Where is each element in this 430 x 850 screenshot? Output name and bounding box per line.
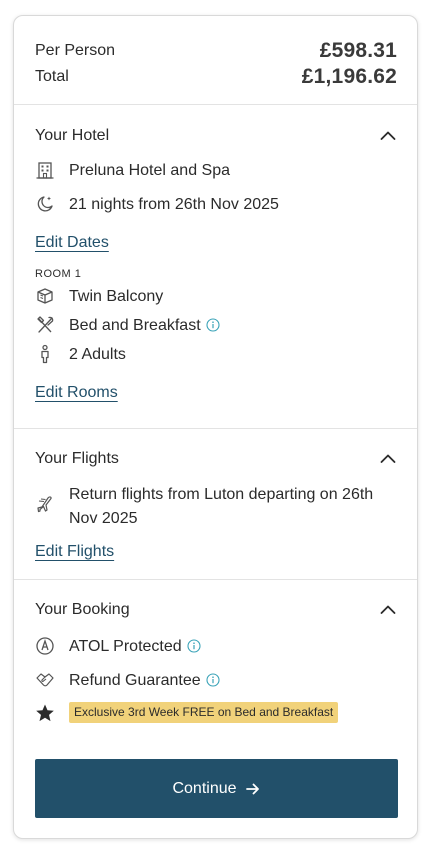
flights-section-header[interactable]: Your Flights bbox=[35, 446, 397, 472]
atol-text: ATOL Protected bbox=[69, 635, 201, 659]
atol-shield-icon bbox=[36, 637, 54, 655]
hotel-name-row: Preluna Hotel and Spa bbox=[35, 159, 397, 183]
guests-row: 2 Adults bbox=[35, 343, 397, 367]
room-label: ROOM 1 bbox=[35, 268, 82, 280]
booking-section-header[interactable]: Your Booking bbox=[35, 597, 397, 623]
info-icon[interactable] bbox=[206, 673, 220, 687]
booking-section-title: Your Booking bbox=[35, 601, 130, 618]
board-row: Bed and Breakfast bbox=[35, 314, 397, 338]
plane-icon bbox=[37, 496, 52, 513]
hotel-nights-row: 21 nights from 26th Nov 2025 bbox=[35, 193, 397, 217]
refund-label: Refund Guarantee bbox=[69, 672, 201, 689]
booking-summary-card: Per Person £598.31 Total £1,196.62 Your … bbox=[13, 15, 418, 839]
per-person-row: Per Person £598.31 bbox=[35, 38, 397, 64]
info-icon[interactable] bbox=[187, 639, 201, 653]
hotel-building-icon bbox=[36, 162, 54, 179]
hotel-section-title: Your Hotel bbox=[35, 127, 110, 144]
handshake-icon bbox=[36, 673, 54, 687]
flights-section-title: Your Flights bbox=[35, 450, 119, 467]
per-person-price: £598.31 bbox=[319, 39, 397, 62]
edit-rooms-link[interactable]: Edit Rooms bbox=[35, 384, 118, 402]
chevron-up-icon[interactable] bbox=[379, 127, 397, 145]
promo-row: Exclusive 3rd Week FREE on Bed and Break… bbox=[35, 702, 397, 723]
hotel-section: Your Hotel Preluna Hotel and Spa 21 nigh… bbox=[14, 104, 417, 428]
total-row: Total £1,196.62 bbox=[35, 64, 397, 90]
chevron-up-icon[interactable] bbox=[379, 450, 397, 468]
chevron-up-icon[interactable] bbox=[379, 601, 397, 619]
atol-row: ATOL Protected bbox=[35, 635, 397, 659]
moon-stars-icon bbox=[37, 196, 53, 212]
room-type: Twin Balcony bbox=[69, 288, 164, 305]
refund-row: Refund Guarantee bbox=[35, 669, 397, 693]
hotel-name: Preluna Hotel and Spa bbox=[69, 162, 230, 179]
flights-section: Your Flights Return flights from Luton d… bbox=[14, 428, 417, 579]
edit-dates-link[interactable]: Edit Dates bbox=[35, 234, 109, 252]
price-summary: Per Person £598.31 Total £1,196.62 bbox=[14, 16, 417, 104]
arrow-right-icon bbox=[245, 783, 259, 794]
star-icon bbox=[36, 704, 54, 721]
continue-button[interactable]: Continue bbox=[35, 759, 398, 818]
continue-label: Continue bbox=[172, 779, 237, 797]
atol-label: ATOL Protected bbox=[69, 638, 182, 655]
guest-count: 2 Adults bbox=[69, 346, 126, 363]
bed-icon bbox=[37, 288, 53, 304]
info-icon[interactable] bbox=[206, 318, 220, 332]
total-price: £1,196.62 bbox=[301, 65, 397, 88]
hotel-nights: 21 nights from 26th Nov 2025 bbox=[69, 196, 279, 213]
per-person-label: Per Person bbox=[35, 42, 116, 59]
board-label: Bed and Breakfast bbox=[69, 317, 201, 334]
refund-text: Refund Guarantee bbox=[69, 669, 220, 693]
board-basis: Bed and Breakfast bbox=[69, 314, 220, 338]
edit-flights-link[interactable]: Edit Flights bbox=[35, 543, 114, 561]
flight-details-row: Return flights from Luton departing on 2… bbox=[35, 483, 397, 531]
cutlery-icon bbox=[37, 316, 54, 333]
promo-badge: Exclusive 3rd Week FREE on Bed and Break… bbox=[69, 702, 339, 723]
room-type-row: Twin Balcony bbox=[35, 285, 397, 309]
flight-description: Return flights from Luton departing on 2… bbox=[69, 486, 374, 527]
hotel-section-header[interactable]: Your Hotel bbox=[35, 123, 397, 149]
person-icon bbox=[41, 344, 49, 364]
total-label: Total bbox=[35, 68, 69, 85]
